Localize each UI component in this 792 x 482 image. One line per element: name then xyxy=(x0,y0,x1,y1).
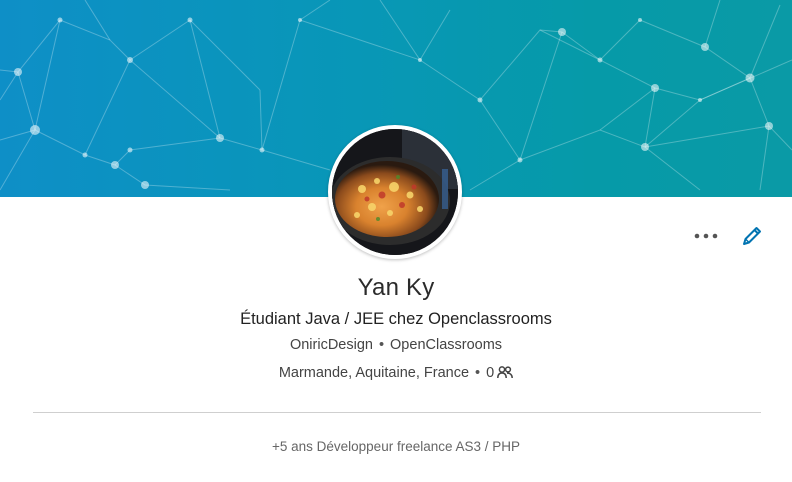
profile-headline: Étudiant Java / JEE chez Openclassrooms xyxy=(240,310,552,328)
edit-profile-button[interactable] xyxy=(738,222,766,250)
profile-companies: OniricDesign • OpenClassrooms xyxy=(0,337,792,353)
profile-photo-frame[interactable] xyxy=(328,125,462,259)
more-actions-button[interactable] xyxy=(692,222,720,250)
school-link[interactable]: OpenClassrooms xyxy=(390,337,502,353)
people-icon xyxy=(497,366,514,383)
profile-actions xyxy=(692,222,766,250)
avatar-image xyxy=(332,129,458,255)
current-company-link[interactable]: OniricDesign xyxy=(290,337,373,353)
separator-dot: • xyxy=(378,337,385,353)
profile-location: Marmande, Aquitaine, France xyxy=(278,365,470,381)
profile-summary: +5 ans Développeur freelance AS3 / PHP xyxy=(271,439,521,454)
connections-count[interactable]: 0 xyxy=(486,365,494,381)
profile-location-row: Marmande, Aquitaine, France • 0 xyxy=(0,365,792,383)
separator-dot: • xyxy=(475,365,481,381)
avatar[interactable] xyxy=(332,129,458,255)
profile-name: Yan Ky xyxy=(357,274,435,301)
more-icon xyxy=(694,233,718,239)
profile-card: Yan Ky Étudiant Java / JEE chez Openclas… xyxy=(0,0,792,482)
section-divider xyxy=(33,412,761,413)
pencil-icon xyxy=(743,227,761,245)
